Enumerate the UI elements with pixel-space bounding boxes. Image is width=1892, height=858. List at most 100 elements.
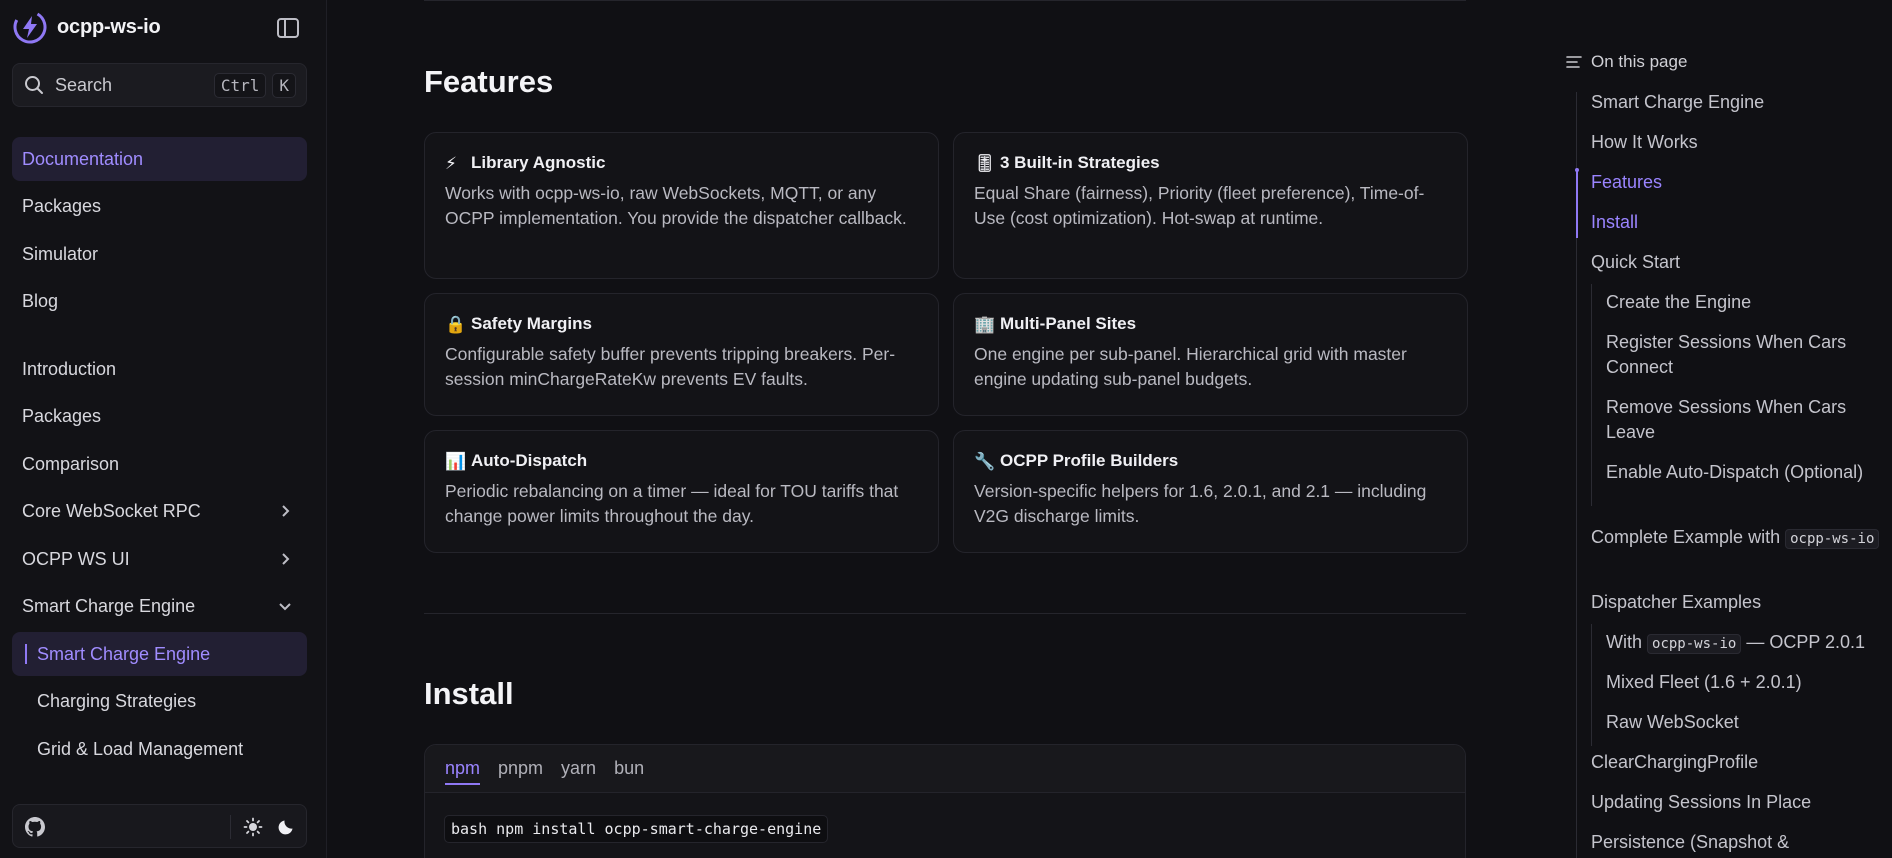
list-icon	[1566, 56, 1582, 68]
feature-card-desc: Works with ocpp-ws-io, raw WebSockets, M…	[445, 183, 907, 228]
kbd-k: K	[272, 72, 296, 98]
tab-npm[interactable]: npm	[445, 745, 481, 793]
toc-item[interactable]: Dispatcher Examples	[1591, 590, 1883, 615]
toc-item[interactable]: Register Sessions When Cars Connect	[1606, 330, 1883, 380]
feature-card-title: 🔧 OCPP Profile Builders	[974, 451, 1447, 471]
toc-item[interactable]: How It Works	[1591, 130, 1883, 155]
nav-packages[interactable]: Packages	[12, 184, 307, 228]
sidebar-toggle-icon[interactable]	[276, 17, 300, 39]
feature-card-title-text: Safety Margins	[471, 314, 592, 333]
feature-card-title: ⚡ Library Agnostic	[445, 153, 918, 173]
section-divider	[424, 613, 1466, 614]
feature-card-title-text: Library Agnostic	[471, 153, 606, 172]
toc-active-indicator	[1576, 170, 1578, 238]
feature-card: 🔧 OCPP Profile Builders Version-specific…	[953, 430, 1468, 553]
toc-item[interactable]: Updating Sessions In Place	[1591, 790, 1883, 815]
install-command: bash npm install ocpp-smart-charge-engin…	[444, 815, 829, 843]
tab-pnpm[interactable]: pnpm	[498, 745, 543, 793]
toc-item-code: ocpp-ws-io	[1785, 529, 1880, 549]
nav-blog[interactable]: Blog	[12, 279, 307, 323]
chevron-right-icon	[282, 553, 290, 565]
github-icon[interactable]	[23, 815, 47, 839]
feature-card: 🔒 Safety Margins Configurable safety buf…	[424, 293, 939, 416]
main-content: Features ⚡ Library Agnostic Works with o…	[327, 0, 1557, 858]
chart-icon: 📊	[445, 452, 467, 471]
feature-card: 🏢 Multi-Panel Sites One engine per sub-p…	[953, 293, 1468, 416]
search-label: Search	[55, 74, 113, 95]
nav-packages-doc[interactable]: Packages	[12, 394, 307, 438]
tab-yarn[interactable]: yarn	[561, 745, 596, 793]
sun-icon[interactable]	[243, 817, 263, 837]
feature-card-title: 📊 Auto-Dispatch	[445, 451, 918, 471]
toc-item-text: With	[1606, 632, 1648, 652]
toc-item-features[interactable]: Features	[1591, 170, 1883, 195]
nav-charging-strategies[interactable]: Charging Strategies	[12, 679, 307, 723]
toc-item-suffix: — OCPP 2.0.1	[1741, 632, 1866, 652]
toc-item[interactable]: Create the Engine	[1606, 290, 1883, 315]
wrench-icon: 🔧	[974, 452, 996, 471]
feature-card-desc: Configurable safety buffer prevents trip…	[445, 344, 896, 389]
feature-card-desc: Version-specific helpers for 1.6, 2.0.1,…	[974, 481, 1427, 526]
bolt-icon: ⚡	[445, 154, 457, 173]
toc-item[interactable]: Smart Charge Engine	[1591, 90, 1883, 115]
feature-card: 📊 Auto-Dispatch Periodic rebalancing on …	[424, 430, 939, 553]
toc-item[interactable]: ClearChargingProfile	[1591, 750, 1883, 775]
nav-ocpp-ws-ui-label: OCPP WS UI	[22, 548, 130, 569]
sidebar-footer	[12, 804, 307, 848]
toc-item[interactable]: Mixed Fleet (1.6 + 2.0.1)	[1606, 670, 1883, 695]
chevron-down-icon	[279, 603, 291, 611]
nav-ocpp-ws-ui[interactable]: OCPP WS UI	[12, 537, 307, 581]
feature-card-desc: One engine per sub-panel. Hierarchical g…	[974, 344, 1407, 389]
nav-comparison[interactable]: Comparison	[12, 442, 307, 486]
toc-item[interactable]: Complete Example with ocpp-ws-io	[1591, 525, 1883, 552]
feature-card-title-text: Multi-Panel Sites	[1000, 314, 1137, 333]
brand-link[interactable]: ocpp-ws-io	[13, 10, 161, 44]
nav-documentation[interactable]: Documentation	[12, 137, 307, 181]
search-button[interactable]: Search Ctrl K	[12, 63, 307, 107]
chevron-right-icon	[282, 505, 290, 517]
toc-item[interactable]: With ocpp-ws-io — OCPP 2.0.1	[1606, 630, 1883, 657]
kbd-ctrl: Ctrl	[213, 72, 267, 98]
moon-icon[interactable]	[277, 816, 297, 836]
toc-item-text: Complete Example with	[1591, 527, 1786, 547]
feature-card-desc: Periodic rebalancing on a timer — ideal …	[445, 481, 899, 526]
nav-core-websocket-rpc[interactable]: Core WebSocket RPC	[12, 489, 307, 533]
feature-card-title-text: 3 Built-in Strategies	[1000, 153, 1160, 172]
toc-item[interactable]: Quick Start	[1591, 250, 1883, 275]
bolt-logo-icon	[13, 10, 47, 44]
feature-card-title: 🔒 Safety Margins	[445, 314, 918, 334]
feature-card-title-text: Auto-Dispatch	[471, 451, 588, 470]
feature-card: ⚡ Library Agnostic Works with ocpp-ws-io…	[424, 132, 939, 279]
table-of-contents: On this page Smart Charge Engine How It …	[1557, 0, 1892, 858]
toc-item[interactable]: Persistence (Snapshot &	[1591, 830, 1883, 855]
toc-item[interactable]: Raw WebSocket	[1606, 710, 1883, 735]
install-heading: Install	[424, 676, 514, 711]
features-heading: Features	[424, 64, 554, 99]
toc-heading: On this page	[1565, 52, 1687, 72]
install-code-block: npm pnpm yarn bun bash npm install ocpp-…	[424, 744, 1466, 858]
nav-smart-charge-engine[interactable]: Smart Charge Engine	[12, 632, 307, 676]
brand-name: ocpp-ws-io	[57, 15, 161, 38]
feature-card-title: 🎚 3 Built-in Strategies	[974, 153, 1447, 173]
sidebar: ocpp-ws-io Search Ctrl K Documentation P…	[0, 0, 327, 858]
toc-item[interactable]: Enable Auto-Dispatch (Optional)	[1606, 460, 1883, 485]
footer-divider	[230, 815, 231, 839]
search-icon	[25, 76, 43, 94]
building-icon: 🏢	[974, 315, 996, 334]
tab-bun[interactable]: bun	[614, 745, 644, 793]
feature-card: 🎚 3 Built-in Strategies Equal Share (fai…	[953, 132, 1468, 279]
package-manager-tabs: npm pnpm yarn bun	[425, 745, 1465, 793]
feature-card-title: 🏢 Multi-Panel Sites	[974, 314, 1447, 334]
feature-card-desc: Equal Share (fairness), Priority (fleet …	[974, 183, 1425, 228]
toc-item-install[interactable]: Install	[1591, 210, 1883, 235]
feature-card-title-text: OCPP Profile Builders	[1000, 451, 1179, 470]
toc-item[interactable]: Remove Sessions When Cars Leave	[1606, 395, 1883, 445]
nav-introduction[interactable]: Introduction	[12, 347, 307, 391]
toc-item-code: ocpp-ws-io	[1647, 634, 1742, 654]
nav-smart-charge-engine-group[interactable]: Smart Charge Engine	[12, 584, 307, 628]
nav-core-websocket-rpc-label: Core WebSocket RPC	[22, 500, 201, 521]
nav-simulator[interactable]: Simulator	[12, 232, 307, 276]
toc-active-dot	[1575, 168, 1579, 172]
lock-icon: 🔒	[445, 315, 467, 334]
nav-grid-load-management[interactable]: Grid & Load Management	[12, 727, 307, 771]
